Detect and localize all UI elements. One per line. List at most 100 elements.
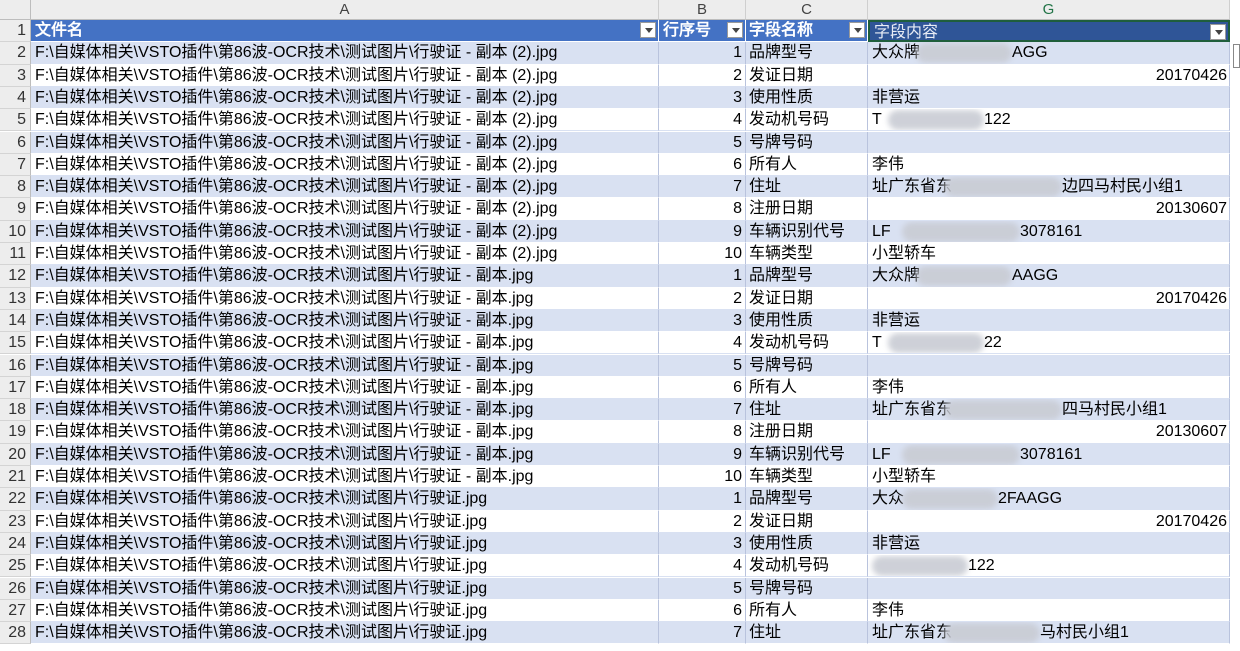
cell-field-content[interactable]: 大众牌 AGG: [868, 42, 1230, 65]
cell-field-name[interactable]: 号牌号码: [746, 354, 868, 377]
cell-row-index[interactable]: 10: [659, 466, 746, 489]
row-number[interactable]: 25: [0, 555, 31, 578]
cell-row-index[interactable]: 1: [659, 488, 746, 511]
cell-field-content[interactable]: 李伟: [868, 376, 1230, 400]
cell-field-name[interactable]: 车辆识别代号: [746, 443, 868, 466]
cell-field-content[interactable]: 小型轿车: [868, 466, 1230, 489]
cell-filename[interactable]: F:\自媒体相关\VSTO插件\第86波-OCR技术\测试图片\行驶证 - 副本…: [31, 287, 659, 310]
cell-field-content[interactable]: [868, 577, 1230, 600]
cell-field-name[interactable]: 号牌号码: [746, 131, 868, 154]
cell-filename[interactable]: F:\自媒体相关\VSTO插件\第86波-OCR技术\测试图片\行驶证 - 副本…: [31, 243, 659, 266]
row-number[interactable]: 27: [0, 599, 31, 623]
row-number[interactable]: 3: [0, 64, 31, 87]
cell-field-content[interactable]: 非营运: [868, 532, 1230, 556]
cell-row-index[interactable]: 10: [659, 243, 746, 266]
filter-dropdown-icon[interactable]: [1210, 24, 1226, 40]
cell-field-content[interactable]: 李伟: [868, 153, 1230, 177]
cell-field-content[interactable]: 非营运: [868, 309, 1230, 333]
cell-filename[interactable]: F:\自媒体相关\VSTO插件\第86波-OCR技术\测试图片\行驶证 - 副本…: [31, 265, 659, 288]
cell-field-name[interactable]: 使用性质: [746, 309, 868, 333]
cell-row-index[interactable]: 3: [659, 532, 746, 556]
row-number[interactable]: 8: [0, 176, 31, 199]
cell-field-name[interactable]: 住址: [746, 622, 868, 645]
cell-filename[interactable]: F:\自媒体相关\VSTO插件\第86波-OCR技术\测试图片\行驶证.jpg: [31, 577, 659, 600]
cell-field-name[interactable]: 注册日期: [746, 421, 868, 444]
cell-filename[interactable]: F:\自媒体相关\VSTO插件\第86波-OCR技术\测试图片\行驶证.jpg: [31, 599, 659, 623]
column-header-c[interactable]: C: [746, 0, 868, 20]
cell-field-content[interactable]: LF 3078161: [868, 220, 1230, 243]
cell-field-content[interactable]: 大众牌 AAGG: [868, 265, 1230, 288]
paste-options-icon[interactable]: [1233, 44, 1240, 68]
column-header-b[interactable]: B: [659, 0, 746, 20]
cell-filename[interactable]: F:\自媒体相关\VSTO插件\第86波-OCR技术\测试图片\行驶证.jpg: [31, 510, 659, 533]
cell-field-name[interactable]: 品牌型号: [746, 265, 868, 288]
cell-filename[interactable]: F:\自媒体相关\VSTO插件\第86波-OCR技术\测试图片\行驶证 - 副本…: [31, 86, 659, 110]
row-number[interactable]: 6: [0, 131, 31, 154]
cell-row-index[interactable]: 2: [659, 510, 746, 533]
cell-row-index[interactable]: 5: [659, 131, 746, 154]
cell-field-content[interactable]: 122: [868, 555, 1230, 578]
cell-row-index[interactable]: 4: [659, 332, 746, 355]
row-number[interactable]: 13: [0, 287, 31, 310]
cell-field-name[interactable]: 住址: [746, 399, 868, 422]
cell-row-index[interactable]: 7: [659, 399, 746, 422]
cell-field-name[interactable]: 品牌型号: [746, 42, 868, 65]
cell-filename[interactable]: F:\自媒体相关\VSTO插件\第86波-OCR技术\测试图片\行驶证 - 副本…: [31, 176, 659, 199]
filter-dropdown-icon[interactable]: [640, 22, 656, 38]
cell-filename[interactable]: F:\自媒体相关\VSTO插件\第86波-OCR技术\测试图片\行驶证.jpg: [31, 488, 659, 511]
cell-field-content[interactable]: 20170426: [868, 287, 1230, 310]
cell-filename[interactable]: F:\自媒体相关\VSTO插件\第86波-OCR技术\测试图片\行驶证 - 副本…: [31, 421, 659, 444]
filter-dropdown-icon[interactable]: [727, 22, 743, 38]
cell-filename[interactable]: F:\自媒体相关\VSTO插件\第86波-OCR技术\测试图片\行驶证 - 副本…: [31, 309, 659, 333]
row-number[interactable]: 5: [0, 109, 31, 132]
cell-filename[interactable]: F:\自媒体相关\VSTO插件\第86波-OCR技术\测试图片\行驶证 - 副本…: [31, 466, 659, 489]
cell-row-index[interactable]: 3: [659, 86, 746, 110]
row-number[interactable]: 4: [0, 86, 31, 110]
cell-field-name[interactable]: 所有人: [746, 376, 868, 400]
cell-field-content[interactable]: 20170426: [868, 510, 1230, 533]
cell-row-index[interactable]: 1: [659, 42, 746, 65]
row-number[interactable]: 14: [0, 309, 31, 333]
row-number[interactable]: 19: [0, 421, 31, 444]
cell-row-index[interactable]: 5: [659, 354, 746, 377]
cell-field-content[interactable]: T 122: [868, 109, 1230, 132]
cell-filename[interactable]: F:\自媒体相关\VSTO插件\第86波-OCR技术\测试图片\行驶证 - 副本…: [31, 354, 659, 377]
header-filename[interactable]: 文件名: [31, 20, 659, 43]
cell-field-content[interactable]: LF 3078161: [868, 443, 1230, 466]
cell-filename[interactable]: F:\自媒体相关\VSTO插件\第86波-OCR技术\测试图片\行驶证 - 副本…: [31, 198, 659, 221]
cell-field-content[interactable]: 李伟: [868, 599, 1230, 623]
cell-filename[interactable]: F:\自媒体相关\VSTO插件\第86波-OCR技术\测试图片\行驶证 - 副本…: [31, 376, 659, 400]
cell-filename[interactable]: F:\自媒体相关\VSTO插件\第86波-OCR技术\测试图片\行驶证 - 副本…: [31, 42, 659, 65]
row-number[interactable]: 21: [0, 466, 31, 489]
cell-row-index[interactable]: 9: [659, 443, 746, 466]
cell-field-content[interactable]: 非营运: [868, 86, 1230, 110]
cell-row-index[interactable]: 2: [659, 287, 746, 310]
row-number[interactable]: 24: [0, 532, 31, 556]
header-field-content[interactable]: 字段内容: [868, 20, 1230, 43]
row-number[interactable]: 22: [0, 488, 31, 511]
cell-field-name[interactable]: 品牌型号: [746, 488, 868, 511]
cell-field-content[interactable]: 址广东省东 马村民小组1: [868, 622, 1230, 645]
cell-field-name[interactable]: 使用性质: [746, 532, 868, 556]
cell-field-name[interactable]: 所有人: [746, 153, 868, 177]
cell-field-name[interactable]: 注册日期: [746, 198, 868, 221]
row-number[interactable]: 9: [0, 198, 31, 221]
cell-filename[interactable]: F:\自媒体相关\VSTO插件\第86波-OCR技术\测试图片\行驶证 - 副本…: [31, 332, 659, 355]
cell-field-name[interactable]: 发动机号码: [746, 332, 868, 355]
row-number[interactable]: 15: [0, 332, 31, 355]
row-number[interactable]: 10: [0, 220, 31, 243]
cell-row-index[interactable]: 8: [659, 198, 746, 221]
cell-field-content[interactable]: 小型轿车: [868, 243, 1230, 266]
row-number[interactable]: 28: [0, 622, 31, 645]
cell-field-name[interactable]: 号牌号码: [746, 577, 868, 600]
cell-row-index[interactable]: 2: [659, 64, 746, 87]
cell-filename[interactable]: F:\自媒体相关\VSTO插件\第86波-OCR技术\测试图片\行驶证 - 副本…: [31, 64, 659, 87]
filter-dropdown-icon[interactable]: [849, 22, 865, 38]
cell-row-index[interactable]: 7: [659, 176, 746, 199]
cell-field-content[interactable]: 址广东省东 边四马村民小组1: [868, 176, 1230, 199]
cell-filename[interactable]: F:\自媒体相关\VSTO插件\第86波-OCR技术\测试图片\行驶证 - 副本…: [31, 399, 659, 422]
cell-field-content[interactable]: 大众 2FAAGG: [868, 488, 1230, 511]
cell-field-name[interactable]: 车辆类型: [746, 466, 868, 489]
cell-filename[interactable]: F:\自媒体相关\VSTO插件\第86波-OCR技术\测试图片\行驶证 - 副本…: [31, 443, 659, 466]
cell-field-name[interactable]: 发证日期: [746, 287, 868, 310]
